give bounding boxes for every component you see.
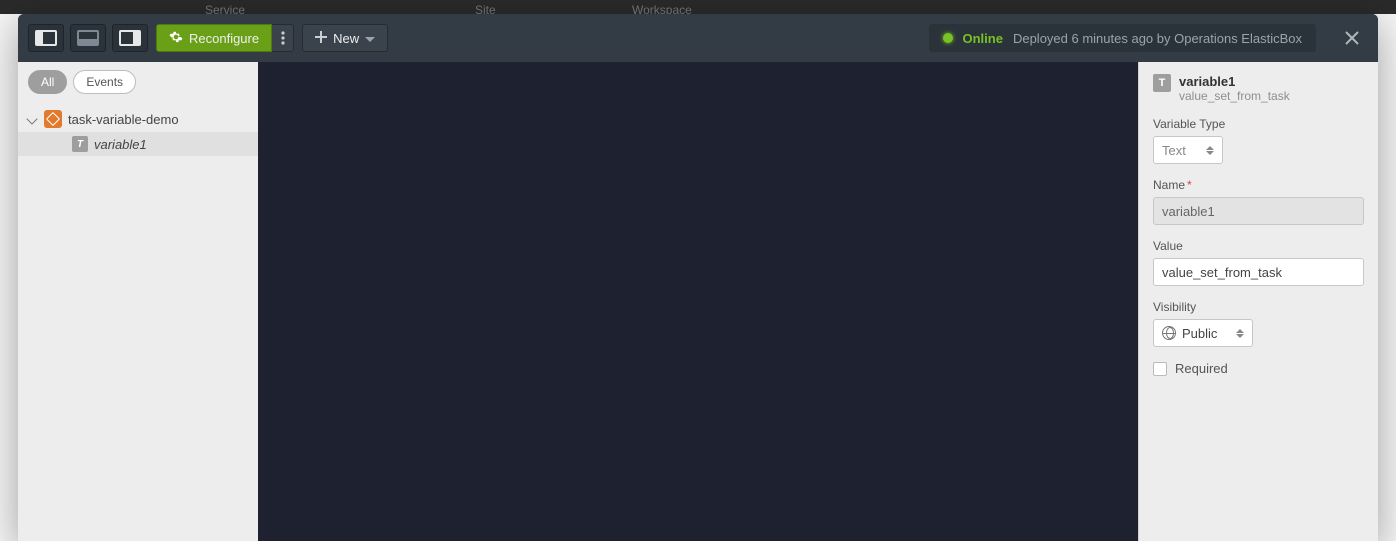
new-button[interactable]: New (302, 24, 388, 52)
app-header: Service Site Workspace (0, 0, 1396, 14)
label-name-text: Name (1153, 178, 1185, 192)
filter-all[interactable]: All (28, 70, 67, 94)
instance-modal: Reconfigure New Online Deployed 6 minute… (18, 14, 1378, 541)
input-name[interactable]: variable1 (1153, 197, 1364, 225)
required-star-icon: * (1187, 178, 1192, 192)
tree-item-variable[interactable]: T variable1 (18, 132, 258, 156)
visibility-value: Public (1182, 326, 1217, 341)
field-required[interactable]: Required (1153, 361, 1364, 376)
label-visibility: Visibility (1153, 300, 1364, 314)
reconfigure-label: Reconfigure (189, 31, 259, 46)
label-name: Name* (1153, 178, 1364, 192)
sidebar-filter: All Events (18, 62, 258, 102)
inspector-subtitle: value_set_from_task (1179, 89, 1290, 103)
inspector-header: T variable1 value_set_from_task (1153, 74, 1364, 103)
filter-events[interactable]: Events (73, 70, 136, 94)
text-variable-icon: T (72, 136, 88, 152)
new-label: New (333, 31, 359, 46)
input-name-value: variable1 (1162, 204, 1215, 219)
canvas-area[interactable] (258, 62, 1138, 541)
chevron-down-icon (365, 31, 375, 46)
field-visibility: Visibility Public (1153, 300, 1364, 347)
label-value: Value (1153, 239, 1364, 253)
tree-child-label: variable1 (94, 137, 147, 152)
close-button[interactable] (1342, 28, 1362, 48)
box-icon (44, 110, 62, 128)
text-variable-icon: T (1153, 74, 1171, 92)
reconfigure-button[interactable]: Reconfigure (156, 24, 272, 52)
modal-body: All Events task-variable-demo T variable… (18, 62, 1378, 541)
checkbox-required[interactable] (1153, 362, 1167, 376)
panel-toggle-right[interactable] (112, 24, 148, 52)
gear-icon (169, 30, 183, 47)
panel-toggle-bottom[interactable] (70, 24, 106, 52)
panel-toggle-left[interactable] (28, 24, 64, 52)
select-value: Text (1162, 143, 1186, 158)
deploy-status: Online Deployed 6 minutes ago by Operati… (929, 24, 1317, 52)
select-visibility[interactable]: Public (1153, 319, 1253, 347)
field-name: Name* variable1 (1153, 178, 1364, 225)
reconfigure-more-button[interactable] (272, 24, 294, 52)
tree-parent-label: task-variable-demo (68, 112, 179, 127)
caret-down-icon (26, 113, 37, 124)
select-variable-type[interactable]: Text (1153, 136, 1223, 164)
status-state: Online (963, 31, 1003, 46)
input-value-value: value_set_from_task (1162, 265, 1282, 280)
label-variable-type: Variable Type (1153, 117, 1364, 131)
modal-toolbar: Reconfigure New Online Deployed 6 minute… (18, 14, 1378, 62)
left-sidebar: All Events task-variable-demo T variable… (18, 62, 258, 541)
field-value: Value value_set_from_task (1153, 239, 1364, 286)
panel-toggle-group (28, 24, 148, 52)
field-variable-type: Variable Type Text (1153, 117, 1364, 164)
inspector-title: variable1 (1179, 74, 1290, 89)
status-deploy-text: Deployed 6 minutes ago by Operations Ela… (1013, 31, 1302, 46)
label-required: Required (1175, 361, 1228, 376)
plus-icon (315, 31, 327, 46)
updown-icon (1206, 146, 1214, 155)
globe-icon (1162, 326, 1176, 340)
updown-icon (1236, 329, 1244, 338)
tree-item-box[interactable]: task-variable-demo (18, 106, 258, 132)
instance-tree: task-variable-demo T variable1 (18, 102, 258, 541)
inspector-panel: T variable1 value_set_from_task Variable… (1138, 62, 1378, 541)
status-dot-icon (943, 33, 953, 43)
input-value[interactable]: value_set_from_task (1153, 258, 1364, 286)
